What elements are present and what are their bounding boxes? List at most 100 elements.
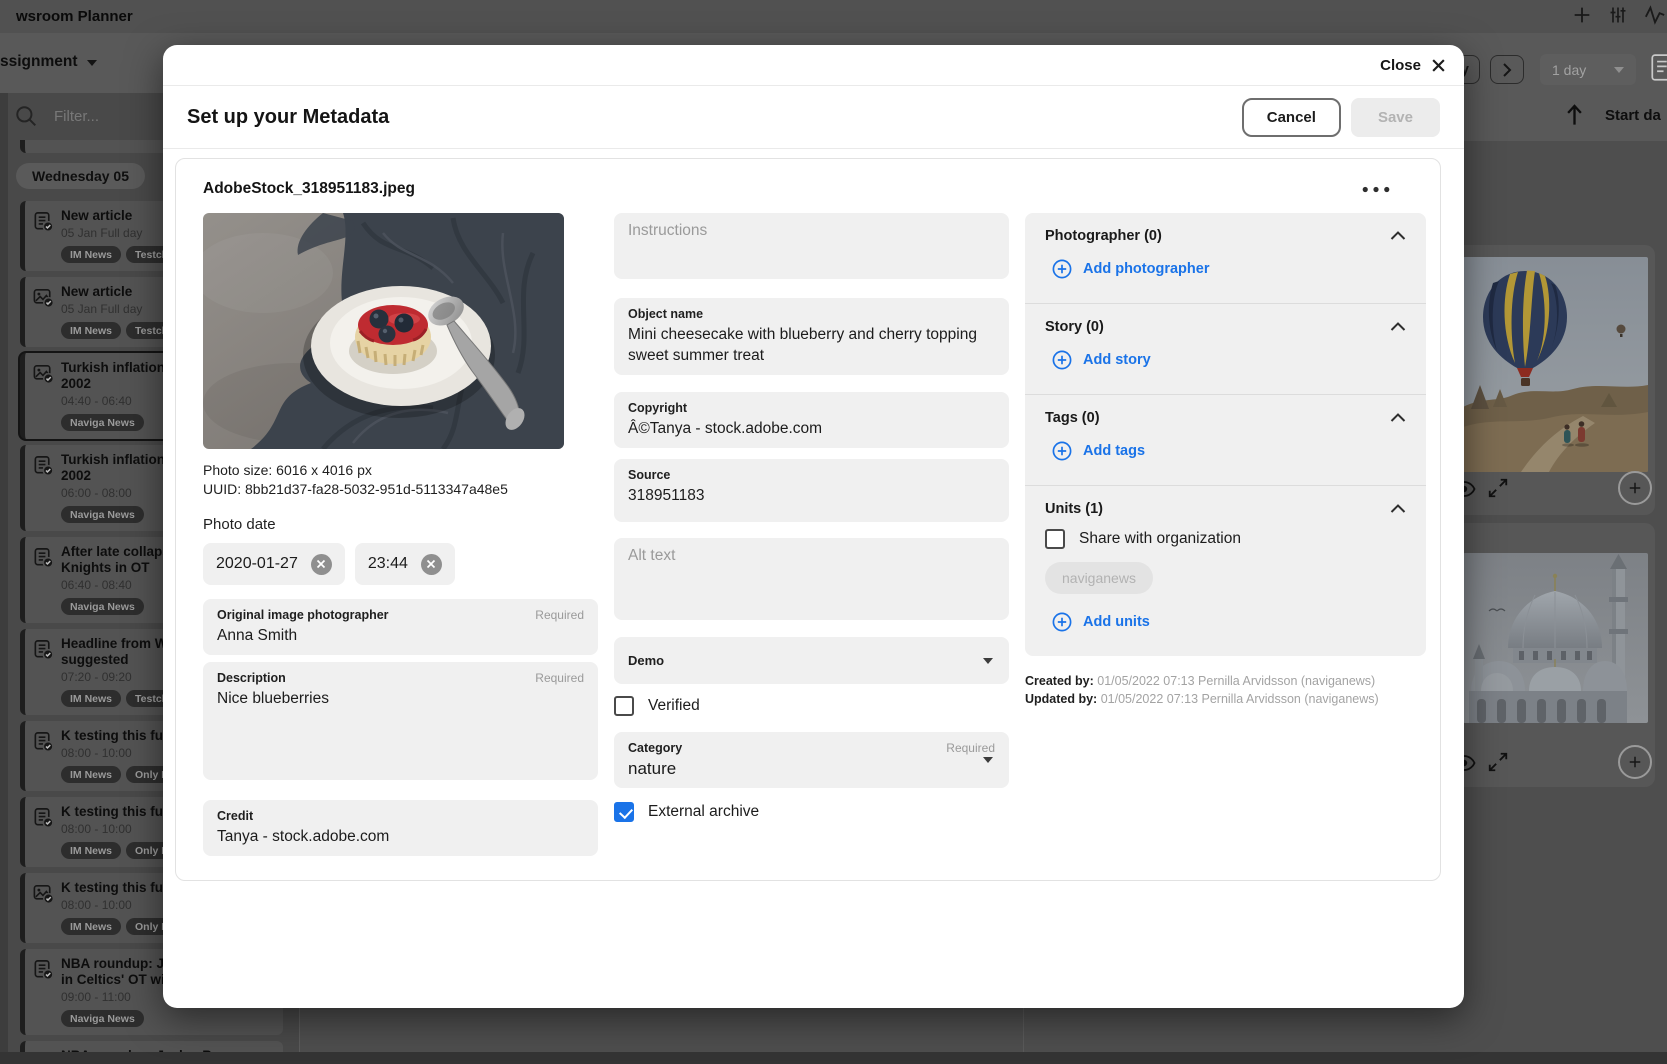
close-icon[interactable] <box>1431 58 1446 73</box>
external-archive-checkbox-row[interactable]: External archive <box>614 802 1009 822</box>
add-media-button[interactable] <box>1618 745 1652 779</box>
media-card[interactable] <box>1440 245 1655 515</box>
required-badge: Required <box>946 741 995 755</box>
scrollbar-track[interactable] <box>0 93 8 1064</box>
field-value: Anna Smith <box>217 627 298 644</box>
channel-badge: IM News <box>61 246 122 263</box>
article-check-icon <box>34 548 54 569</box>
more-menu-icon[interactable] <box>1362 186 1390 193</box>
article-check-icon <box>34 456 54 477</box>
collapse-icon[interactable] <box>1390 504 1406 513</box>
updated-by-label: Updated by: <box>1025 691 1098 706</box>
clear-time-icon[interactable] <box>420 553 442 575</box>
credit-field[interactable]: Credit Tanya - stock.adobe.com <box>203 800 598 856</box>
modal-title: Set up your Metadata <box>187 105 390 128</box>
field-label: Credit <box>217 809 254 823</box>
demo-dropdown[interactable]: Demo <box>614 637 1009 684</box>
sliders-icon[interactable] <box>1608 4 1628 26</box>
field-label: Original image photographer <box>217 608 389 622</box>
checkbox-label: Verified <box>648 697 700 714</box>
file-name: AdobeStock_318951183.jpeg <box>203 180 415 197</box>
view-dropdown[interactable]: ssignment <box>0 53 97 71</box>
updated-by-value: 01/05/2022 07:13 Pernilla Arvidsson (nav… <box>1100 691 1379 706</box>
add-link-label: Add story <box>1083 352 1151 368</box>
channel-badge: Naviga News <box>61 1010 144 1027</box>
add-story-button[interactable]: Add story <box>1052 350 1151 370</box>
chevron-down-icon <box>983 657 993 669</box>
collapse-icon[interactable] <box>1390 322 1406 331</box>
add-link-label: Add photographer <box>1083 261 1210 277</box>
mosque-photo[interactable] <box>1463 553 1648 723</box>
add-icon[interactable] <box>1571 4 1593 26</box>
field-value: Tanya - stock.adobe.com <box>217 828 390 845</box>
chevron-right-icon <box>1503 62 1512 77</box>
placeholder-text: Alt text <box>628 547 676 564</box>
activity-icon[interactable] <box>1643 4 1667 26</box>
section-header: Tags (0) <box>1045 410 1100 426</box>
share-with-organization-row[interactable]: Share with organization <box>1045 529 1406 549</box>
field-label: Source <box>628 468 671 482</box>
media-card[interactable] <box>1440 523 1655 787</box>
metadata-modal: Close Set up your Metadata Cancel Save A… <box>163 45 1464 1008</box>
verified-checkbox-row[interactable]: Verified <box>614 696 1009 716</box>
next-button[interactable] <box>1490 55 1524 84</box>
expand-icon[interactable] <box>1487 477 1509 504</box>
add-media-button[interactable] <box>1618 471 1652 505</box>
instructions-field[interactable]: Instructions <box>614 213 1009 279</box>
unit-pill: naviganews <box>1045 562 1153 594</box>
day-header: Wednesday 05 <box>16 163 146 189</box>
article-check-icon <box>34 960 54 981</box>
date-chip-value: 2020-01-27 <box>216 555 298 572</box>
channel-badge: Naviga News <box>61 414 144 431</box>
object-name-field[interactable]: Object name Mini cheesecake with blueber… <box>614 298 1009 375</box>
article-check-icon <box>34 212 54 233</box>
metadata-card: AdobeStock_318951183.jpeg Photo size: 60… <box>175 158 1441 881</box>
collapse-icon[interactable] <box>1390 413 1406 422</box>
search-icon <box>16 106 36 126</box>
time-chip[interactable]: 23:44 <box>354 543 455 585</box>
share-checkbox[interactable] <box>1045 529 1065 549</box>
add-tags-button[interactable]: Add tags <box>1052 441 1145 461</box>
channel-badge: IM News <box>61 690 122 707</box>
image-check-icon <box>33 885 55 905</box>
add-units-button[interactable]: Add units <box>1052 612 1150 632</box>
expand-icon[interactable] <box>1487 751 1509 778</box>
save-button[interactable]: Save <box>1350 97 1440 137</box>
image-check-icon <box>33 289 55 309</box>
photo-size: Photo size: 6016 x 4016 px <box>203 462 372 478</box>
clear-date-icon[interactable] <box>310 553 332 575</box>
external-archive-checkbox[interactable] <box>614 802 634 822</box>
photo-thumbnail[interactable] <box>203 213 564 449</box>
view-dropdown-label: ssignment <box>0 53 78 70</box>
chevron-down-icon <box>983 757 993 768</box>
collapse-icon[interactable] <box>1390 231 1406 240</box>
created-by-value: 01/05/2022 07:13 Pernilla Arvidsson (nav… <box>1097 674 1376 688</box>
verified-checkbox[interactable] <box>614 696 634 716</box>
photographer-field[interactable]: Original image photographer Anna Smith R… <box>203 599 598 655</box>
field-value: nature <box>628 759 677 778</box>
document-icon[interactable] <box>1650 53 1667 83</box>
cancel-button[interactable]: Cancel <box>1241 97 1341 137</box>
date-chip[interactable]: 2020-01-27 <box>203 543 345 585</box>
column-header-start-date[interactable]: Start da <box>1605 107 1661 124</box>
source-field[interactable]: Source 318951183 <box>614 459 1009 522</box>
photographer-section: Photographer (0) Add photographer <box>1025 213 1426 303</box>
range-dropdown-value: 1 day <box>1552 61 1587 78</box>
description-field[interactable]: Description Nice blueberries Required <box>203 662 598 780</box>
sort-arrow-icon[interactable] <box>1566 103 1583 127</box>
field-label: Copyright <box>628 401 688 415</box>
range-dropdown[interactable]: 1 day <box>1540 54 1636 85</box>
category-dropdown[interactable]: Category nature Required <box>614 732 1009 788</box>
plus-circle-icon <box>1052 612 1072 632</box>
alt-text-field[interactable]: Alt text <box>614 538 1009 620</box>
channel-badge: IM News <box>61 766 122 783</box>
article-check-icon <box>34 808 54 829</box>
balloon-photo[interactable] <box>1463 257 1648 472</box>
close-button-label[interactable]: Close <box>1380 57 1421 74</box>
article-check-icon <box>34 732 54 753</box>
checkbox-label: External archive <box>648 803 760 820</box>
copyright-field[interactable]: Copyright Â©Tanya - stock.adobe.com <box>614 392 1009 448</box>
chevron-down-icon <box>86 59 97 71</box>
field-value: Â©Tanya - stock.adobe.com <box>628 420 823 437</box>
add-photographer-button[interactable]: Add photographer <box>1052 259 1209 279</box>
